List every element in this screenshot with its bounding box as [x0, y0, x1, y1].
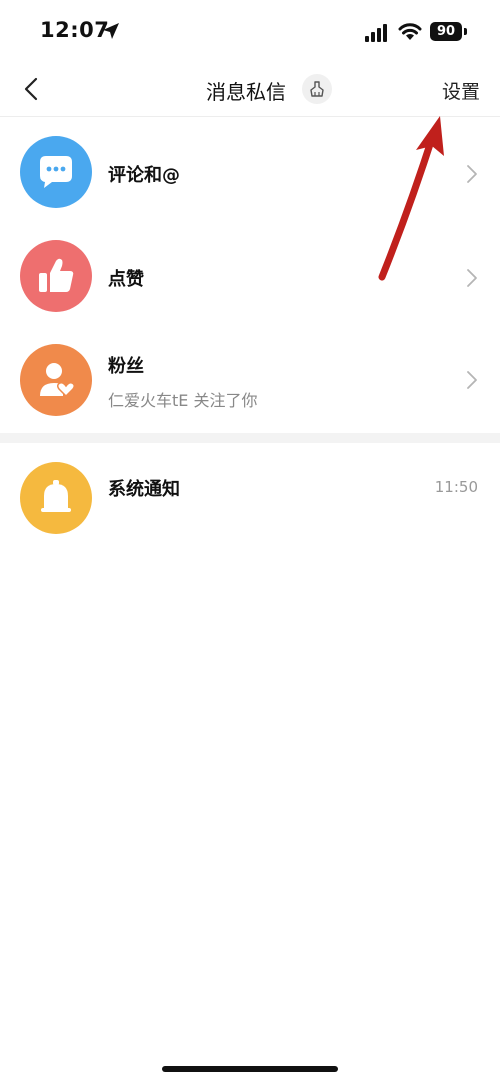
list-item-system-notifications[interactable]: 系统通知 11:50 — [0, 443, 500, 547]
chevron-right-icon — [467, 371, 477, 389]
chevron-right-icon — [467, 269, 477, 287]
battery-tip — [464, 28, 467, 35]
back-chevron-icon[interactable] — [18, 75, 46, 103]
cellular-signal-icon — [365, 24, 387, 42]
item-title: 点赞 — [108, 269, 144, 290]
section-divider — [0, 433, 500, 443]
clear-unread-button[interactable] — [302, 74, 332, 104]
chevron-right-icon — [467, 165, 477, 183]
item-subtitle: 仁爱火车tE 关注了你 — [108, 391, 258, 410]
thumbs-up-icon — [20, 240, 92, 312]
battery-indicator: 90 — [430, 22, 462, 41]
wifi-icon — [398, 23, 422, 40]
item-title: 粉丝 — [108, 356, 144, 377]
nav-bar: 消息私信 设置 — [0, 64, 500, 116]
chat-bubble-icon — [20, 136, 92, 208]
follower-icon — [20, 344, 92, 416]
broom-icon — [310, 81, 324, 97]
item-time: 11:50 — [434, 478, 478, 496]
home-indicator — [162, 1066, 338, 1072]
annotation-arrow — [378, 116, 444, 281]
item-title: 系统通知 — [108, 479, 180, 500]
list-item-followers[interactable]: 粉丝 仁爱火车tE 关注了你 — [0, 326, 500, 430]
battery-level: 90 — [436, 24, 456, 39]
status-bar: 12:07 90 — [0, 0, 500, 64]
item-title: 评论和@ — [108, 165, 180, 186]
settings-button[interactable]: 设置 — [442, 77, 480, 104]
location-arrow-icon — [103, 23, 119, 39]
status-time: 12:07 — [40, 18, 110, 42]
page-title: 消息私信 — [206, 80, 286, 104]
bell-icon — [20, 462, 92, 534]
